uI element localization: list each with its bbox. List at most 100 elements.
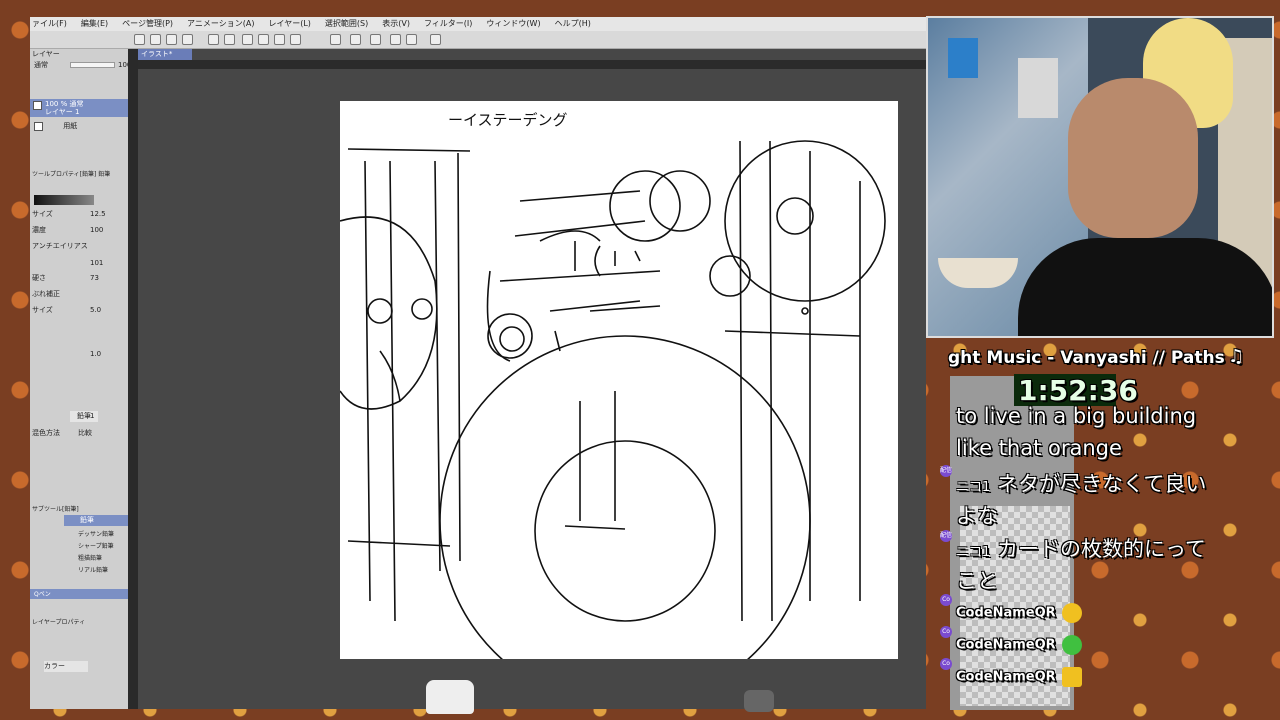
undo-icon[interactable]	[208, 34, 219, 45]
left-dock: レイヤー 通常 100 100 % 通常 レイヤー 1 用紙 ツールプロパティ[…	[30, 49, 131, 709]
settings-icon[interactable]	[430, 34, 441, 45]
brush-stroke-preview	[34, 195, 94, 205]
redo-icon[interactable]	[224, 34, 235, 45]
chat-username: CodeNameQR	[956, 605, 1056, 621]
prop-stabilization-label: ぶれ補正	[32, 290, 60, 298]
chat-message: like that orange	[956, 436, 1122, 460]
prop-density-value[interactable]: 100	[90, 225, 103, 236]
color-select[interactable]: カラー	[44, 661, 88, 672]
chat-username: CodeNameQR	[956, 637, 1056, 653]
chat-prefix: ニコ1	[956, 545, 991, 560]
subtool-item[interactable]: シャープ鉛筆	[78, 541, 114, 552]
chat-badge: Co	[940, 626, 952, 638]
sketch-title-text: ーイステーデング	[448, 111, 568, 129]
prop-mix-select[interactable]: 比較	[78, 428, 92, 439]
prop-value-7[interactable]: 1.0	[90, 349, 101, 360]
prop-antialias-label: アンチエイリアス	[32, 242, 88, 250]
chat-message: CodeNameQR	[956, 635, 1082, 655]
chat-message: to live in a big building	[956, 404, 1197, 428]
new-file-icon[interactable]	[134, 34, 145, 45]
menu-help[interactable]: ヘルプ(H)	[555, 17, 591, 31]
streamer-head	[1068, 78, 1198, 238]
invert-icon[interactable]	[370, 34, 381, 45]
prop-size-value[interactable]: 12.5	[90, 209, 106, 220]
menu-file[interactable]: ァイル(F)	[32, 17, 67, 31]
subtool-header: サブツール[鉛筆]	[32, 506, 79, 513]
subtool-item[interactable]: デッサン鉛筆	[78, 529, 114, 540]
poster	[948, 38, 978, 78]
music-note-icon: ♫	[1228, 346, 1245, 367]
chat-message: こと	[956, 569, 998, 593]
canvas-area: イラスト* ーイステーデング	[138, 49, 926, 709]
sketch-drawing: ーイステーデング	[339, 111, 886, 707]
chat-message: CodeNameQR	[956, 603, 1082, 623]
prop-hardness-value[interactable]: 73	[90, 273, 99, 284]
prop-mix-label: 混色方法	[32, 429, 60, 437]
transform-icon[interactable]	[258, 34, 269, 45]
menu-bar: ァイル(F) 編集(E) ページ管理(P) アニメーション(A) レイヤー(L)…	[30, 17, 926, 31]
chat-message: よな	[956, 504, 998, 528]
subtool-tab-pencil[interactable]: 鉛筆	[64, 515, 128, 526]
horizontal-ruler	[138, 60, 926, 69]
menu-selection[interactable]: 選択範囲(S)	[325, 17, 368, 31]
prop-value-3[interactable]: 101	[90, 258, 103, 269]
prop-size2-label: サイズ	[32, 306, 53, 314]
chat-badge: 配信	[940, 530, 952, 542]
blend-mode-select[interactable]: 通常	[34, 60, 48, 71]
subtool-item[interactable]: リアル鉛筆	[78, 565, 108, 576]
subtool-item[interactable]: 粗描鉛筆	[78, 553, 102, 564]
menu-animation[interactable]: アニメーション(A)	[187, 17, 254, 31]
document-tab[interactable]: イラスト*	[138, 49, 192, 60]
chat-badge: 配信	[940, 465, 952, 477]
chat-username: CodeNameQR	[956, 669, 1056, 685]
prop-size2-value[interactable]: 5.0	[90, 305, 101, 316]
webcam-feed	[926, 16, 1274, 338]
pen-icon[interactable]	[406, 34, 417, 45]
laughing-face-emote	[1061, 603, 1082, 623]
expand-icon[interactable]	[390, 34, 401, 45]
drawing-canvas[interactable]: ーイステーデング	[339, 101, 898, 707]
prop-value-8[interactable]: 1	[90, 411, 94, 422]
menu-page[interactable]: ページ管理(P)	[122, 17, 173, 31]
chat-badge: Co	[940, 658, 952, 670]
select-icon[interactable]	[330, 34, 341, 45]
paint-app-window: ァイル(F) 編集(E) ページ管理(P) アニメーション(A) レイヤー(L)…	[30, 17, 926, 709]
color-panel-header: レイヤープロパティ	[32, 619, 86, 626]
menu-filter[interactable]: フィルター(I)	[424, 17, 472, 31]
now-playing-text: ght Music - Vanyashi // Paths	[948, 348, 1225, 368]
subtool-item-selected[interactable]: Qペン	[30, 589, 128, 599]
menu-window[interactable]: ウィンドウ(W)	[486, 17, 540, 31]
command-bar	[30, 31, 926, 49]
save-icon[interactable]	[166, 34, 177, 45]
menu-layer[interactable]: レイヤー(L)	[268, 17, 310, 31]
stream-timer: 1:52:36	[1018, 374, 1138, 407]
open-file-icon[interactable]	[150, 34, 161, 45]
paper-thumbnail	[34, 121, 43, 131]
prop-density-label: 濃度	[32, 226, 46, 234]
prop-size-label: サイズ	[32, 210, 53, 218]
paper-layer-name: 用紙	[63, 122, 78, 130]
chat-badge: Co	[940, 594, 952, 606]
opacity-slider[interactable]	[70, 62, 115, 68]
chat-message: ニコ1 ネタが尽きなくて良い	[956, 468, 1206, 498]
pixel-cat-sprite	[426, 680, 474, 714]
layer-panel-header: レイヤー	[32, 50, 60, 58]
thumbs-up-emote	[1061, 667, 1082, 687]
layer-row-selected[interactable]: 100 % 通常 レイヤー 1	[30, 99, 128, 117]
chat-prefix: ニコ1	[956, 480, 991, 495]
chat-message: ニコ1 カードの枚数的にって	[956, 533, 1206, 563]
streamer-body	[1018, 238, 1272, 336]
fill-icon[interactable]	[274, 34, 285, 45]
layer-row-paper[interactable]: 用紙	[34, 121, 124, 135]
layer-thumbnail	[33, 101, 42, 110]
menu-view[interactable]: 表示(V)	[382, 17, 410, 31]
chat-message: CodeNameQR	[956, 667, 1082, 687]
green-face-emote	[1061, 635, 1082, 655]
export-icon[interactable]	[182, 34, 193, 45]
deselect-icon[interactable]	[350, 34, 361, 45]
clear-icon[interactable]	[242, 34, 253, 45]
menu-edit[interactable]: 編集(E)	[81, 17, 108, 31]
crop-icon[interactable]	[290, 34, 301, 45]
chat-text: カードの枚数的にって	[996, 537, 1206, 561]
chat-text: ネタが尽きなくて良い	[996, 472, 1207, 496]
